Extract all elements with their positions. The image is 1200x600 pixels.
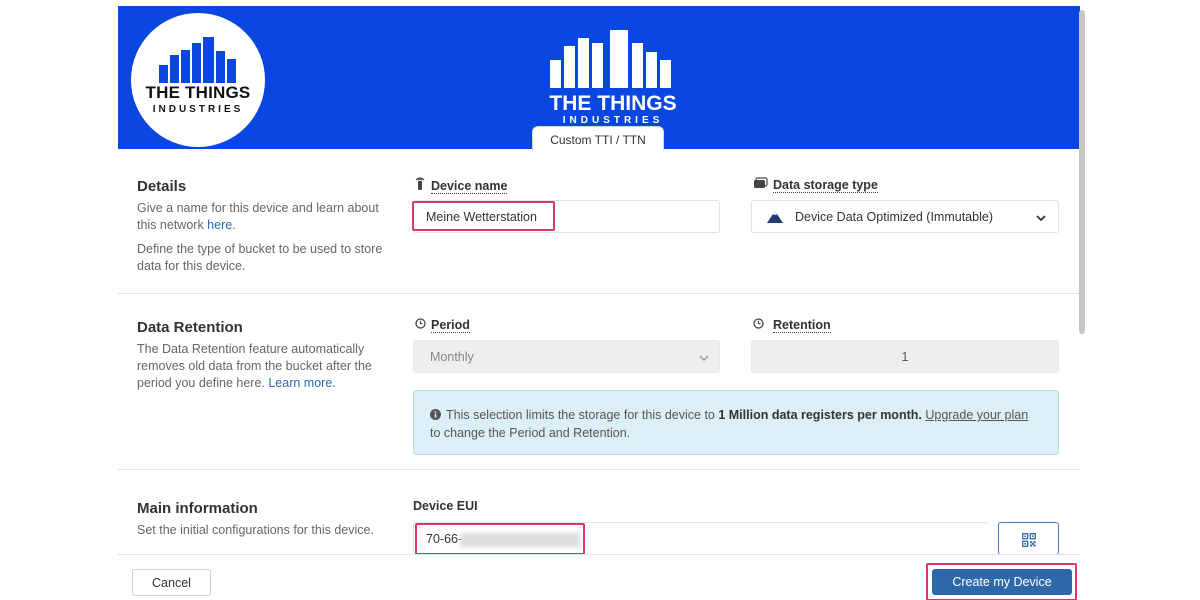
chevron-down-icon bbox=[699, 351, 709, 365]
device-icon bbox=[415, 177, 431, 193]
retention-description: The Data Retention feature automatically… bbox=[137, 342, 372, 390]
chevron-down-icon bbox=[1036, 211, 1046, 225]
period-select[interactable]: Monthly bbox=[413, 340, 720, 373]
retention-input[interactable]: 1 bbox=[751, 340, 1059, 373]
details-section: Details Give a name for this device and … bbox=[118, 149, 1080, 294]
upgrade-plan-link[interactable]: Upgrade your plan bbox=[925, 408, 1028, 422]
bars-logo-icon bbox=[550, 30, 675, 88]
storage-icon bbox=[753, 177, 773, 192]
qr-scan-button[interactable] bbox=[998, 522, 1059, 555]
device-name-highlight bbox=[412, 201, 555, 231]
badge-subtitle: INDUSTRIES bbox=[152, 104, 244, 115]
learn-more-link[interactable]: Learn more bbox=[268, 376, 332, 390]
tab-custom-tti-ttn[interactable]: Custom TTI / TTN bbox=[532, 126, 664, 151]
mountain-icon bbox=[766, 210, 784, 227]
brand-badge-logo: THE THINGS INDUSTRIES bbox=[131, 13, 265, 147]
badge-title: THE THINGS bbox=[145, 83, 251, 102]
header-banner: THE THINGS INDUSTRIES THE THINGS INDUSTR… bbox=[118, 6, 1080, 151]
center-logo-title: THE THINGS bbox=[549, 92, 677, 115]
clock-icon bbox=[753, 318, 773, 332]
clock-icon bbox=[415, 318, 431, 332]
details-description: Give a name for this device and learn ab… bbox=[137, 201, 379, 232]
storage-type-select[interactable]: Device Data Optimized (Immutable) bbox=[751, 200, 1059, 233]
device-eui-label: Device EUI bbox=[413, 499, 478, 513]
page: THE THINGS INDUSTRIES THE THINGS INDUSTR… bbox=[118, 6, 1080, 600]
center-logo: THE THINGS INDUSTRIES bbox=[543, 30, 683, 130]
cancel-button[interactable]: Cancel bbox=[132, 569, 211, 596]
create-device-highlight bbox=[926, 563, 1077, 600]
scrollbar[interactable] bbox=[1079, 10, 1085, 334]
bars-logo-icon bbox=[159, 31, 239, 83]
center-logo-subtitle: INDUSTRIES bbox=[562, 115, 664, 126]
retention-section: Data Retention The Data Retention featur… bbox=[118, 294, 1080, 470]
retention-info-box: This selection limits the storage for th… bbox=[413, 390, 1059, 455]
device-eui-highlight bbox=[415, 523, 585, 555]
retention-label: Retention bbox=[753, 318, 831, 333]
footer-bar: Cancel Create my Device bbox=[118, 554, 1080, 600]
details-description-2: Define the type of bucket to be used to … bbox=[137, 242, 383, 273]
retention-title: Data Retention bbox=[137, 319, 243, 336]
device-name-label: Device name bbox=[415, 177, 508, 194]
main-info-description: Set the initial configurations for this … bbox=[137, 523, 374, 537]
main-info-title: Main information bbox=[137, 500, 258, 517]
info-icon bbox=[430, 408, 446, 425]
main-information-section: Main information Set the initial configu… bbox=[118, 470, 1080, 555]
here-link[interactable]: here bbox=[207, 218, 232, 232]
storage-type-label: Data storage type bbox=[753, 177, 878, 193]
period-label: Period bbox=[415, 318, 470, 333]
qr-code-icon bbox=[1022, 533, 1036, 552]
details-title: Details bbox=[137, 178, 187, 195]
